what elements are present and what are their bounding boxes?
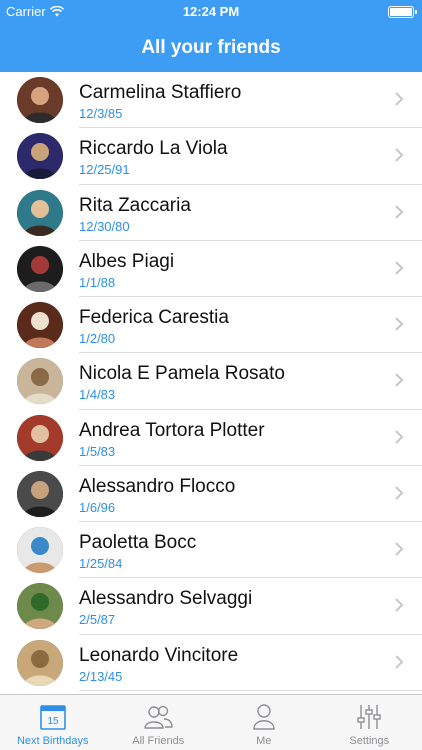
- tab-bar: 15 Next Birthdays All Friends Me Setting…: [0, 694, 422, 750]
- friend-row[interactable]: Nicola E Pamela Rosato 1/4/83: [0, 353, 422, 410]
- battery-nub: [415, 10, 417, 14]
- friend-name: Federica Carestia: [79, 307, 229, 328]
- friend-row[interactable]: Alessandro Flocco 1/6/96: [0, 466, 422, 522]
- avatar: [17, 189, 63, 236]
- friend-birthday: 1/6/96: [79, 499, 116, 515]
- tab-label: All Friends: [132, 735, 185, 747]
- chevron-right-icon: [395, 654, 404, 669]
- friend-row[interactable]: Albes Piagi 1/1/88: [0, 241, 422, 297]
- status-bar: Carrier 12:24 PM: [0, 0, 422, 24]
- chevron-right-icon: [395, 373, 404, 387]
- avatar: [17, 133, 63, 180]
- chevron-right-icon: [395, 317, 404, 331]
- friend-birthday: 2/5/87: [79, 612, 116, 628]
- friend-birthday: 12/25/91: [79, 162, 130, 178]
- tab-settings[interactable]: Settings: [317, 695, 422, 750]
- friend-birthday: 12/3/85: [79, 106, 123, 121]
- friend-row[interactable]: Carmelina Staffiero 12/3/85: [0, 72, 422, 129]
- avatar: [17, 358, 63, 405]
- friend-birthday: 1/2/80: [79, 331, 116, 346]
- person-icon: [253, 704, 275, 730]
- sliders-icon: [357, 705, 381, 729]
- avatar: [17, 245, 63, 292]
- tab-label: Me: [256, 735, 272, 747]
- friends-list[interactable]: Carmelina Staffiero 12/3/85 Riccardo La Vi…: [0, 72, 422, 694]
- tab-label: Next Birthdays: [16, 735, 89, 747]
- tab-next-birthdays[interactable]: 15 Next Birthdays: [0, 695, 106, 750]
- friend-name: Leonardo Vincitore: [79, 644, 239, 666]
- friend-row[interactable]: Riccardo La Viola 12/25/91: [0, 128, 422, 185]
- friend-birthday: 1/5/83: [79, 443, 116, 459]
- friend-birthday: 1/1/88: [79, 274, 116, 290]
- friend-name: Alessandro Selvaggi: [79, 588, 253, 610]
- friend-row[interactable]: Andrea Tortora Plotter 1/5/83: [0, 410, 422, 466]
- navigation-bar: All your friends: [0, 24, 422, 72]
- friend-name: Alessandro Flocco: [79, 475, 236, 497]
- avatar: [17, 583, 63, 630]
- avatar: [17, 527, 63, 573]
- friend-name: Andrea Tortora Plotter: [79, 419, 265, 441]
- friend-row[interactable]: Paoletta Bocc 1/25/84: [0, 522, 422, 579]
- tab-all-friends[interactable]: All Friends: [106, 695, 212, 750]
- friend-row[interactable]: Rita Zaccaria 12/30/80: [0, 185, 422, 241]
- chevron-right-icon: [395, 148, 404, 162]
- calendar-day-number: 15: [47, 716, 59, 727]
- avatar: [17, 639, 63, 686]
- friend-name: Paoletta Bocc: [79, 532, 197, 553]
- friend-name: Rita Zaccaria: [79, 194, 191, 216]
- chevron-right-icon: [395, 429, 404, 444]
- friend-birthday: 2/13/45: [79, 668, 123, 684]
- friend-birthday: 12/30/80: [79, 218, 130, 234]
- status-time: 12:24 PM: [182, 4, 240, 19]
- friend-name: Carmelina Staffiero: [79, 82, 242, 103]
- chevron-right-icon: [395, 598, 404, 612]
- friend-row[interactable]: Alessandro Selvaggi 2/5/87: [0, 578, 422, 635]
- page-title: All your friends: [141, 37, 281, 58]
- friend-birthday: 1/4/83: [79, 387, 116, 403]
- friend-name: Riccardo La Viola: [79, 138, 228, 160]
- friend-row[interactable]: Federica Carestia 1/2/80: [0, 297, 422, 354]
- chevron-right-icon: [395, 542, 404, 556]
- chevron-right-icon: [395, 92, 404, 106]
- avatar: [17, 77, 63, 123]
- battery-icon: [388, 6, 417, 18]
- chevron-right-icon: [395, 486, 404, 500]
- chevron-right-icon: [395, 261, 404, 275]
- friend-birthday: 1/25/84: [79, 556, 123, 571]
- avatar: [17, 414, 63, 461]
- tab-label: Settings: [349, 735, 390, 747]
- friend-row[interactable]: Leonardo Vincitore 2/13/45: [0, 635, 422, 691]
- friend-name: Albes Piagi: [79, 250, 175, 272]
- battery-fill: [390, 8, 412, 16]
- friend-name: Nicola E Pamela Rosato: [79, 363, 285, 385]
- calendar-icon: 15: [39, 705, 66, 730]
- friends-icon: [144, 705, 173, 729]
- chevron-right-icon: [395, 204, 404, 219]
- avatar: [17, 302, 63, 348]
- tab-me[interactable]: Me: [211, 695, 317, 750]
- avatar: [17, 470, 63, 517]
